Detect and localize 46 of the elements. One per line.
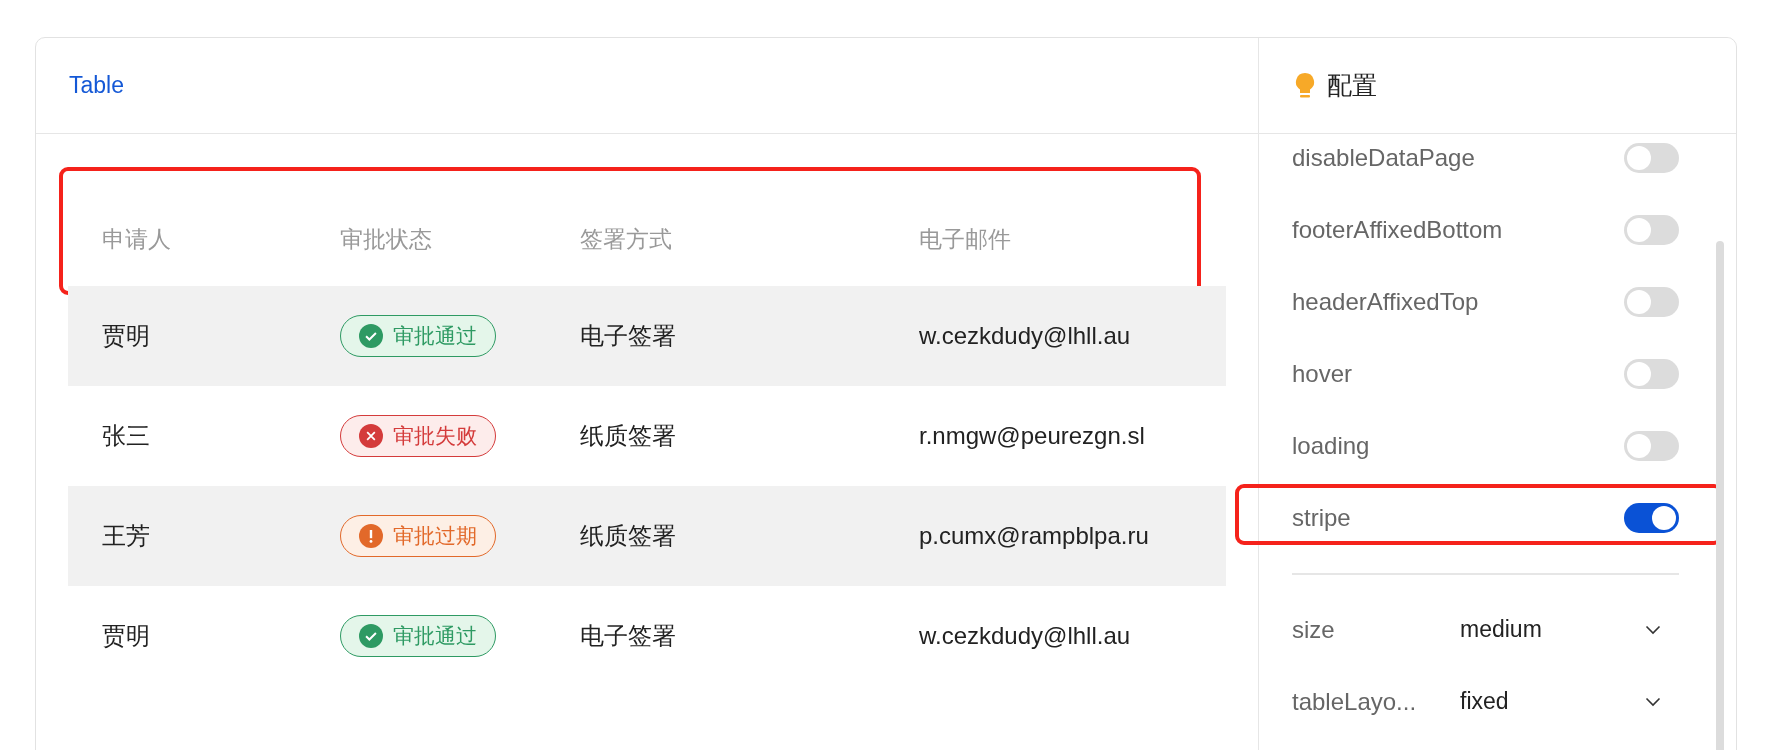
- status-tag: 审批过期: [340, 515, 496, 557]
- toggle-switch[interactable]: [1624, 215, 1679, 245]
- status-tag: 审批通过: [340, 315, 496, 357]
- toggle-switch[interactable]: [1624, 503, 1679, 533]
- option-label: loading: [1292, 432, 1370, 460]
- lightbulb-icon: [1295, 71, 1315, 100]
- table-cell: 纸质签署: [580, 422, 676, 449]
- option-label: stripe: [1292, 504, 1351, 532]
- toggle-switch[interactable]: [1624, 143, 1679, 173]
- toggle-switch[interactable]: [1624, 359, 1679, 389]
- table-cell: 电子签署: [580, 322, 676, 349]
- scrollbar[interactable]: [1716, 241, 1724, 750]
- table-cell: 纸质签署: [580, 522, 676, 549]
- column-header: 电子邮件: [918, 225, 1012, 254]
- table-cell: p.cumx@rampblpa.ru: [919, 522, 1149, 549]
- check-icon: [359, 324, 383, 348]
- table-cell: 王芳: [102, 522, 150, 549]
- status-tag: 审批通过: [340, 615, 496, 657]
- table-cell: 电子签署: [580, 622, 676, 649]
- select-field[interactable]: medium: [1460, 616, 1679, 643]
- table-cell: 贾明: [102, 322, 150, 349]
- option-label: headerAffixedTop: [1292, 288, 1479, 316]
- warning-icon: [359, 524, 383, 548]
- toggle-switch[interactable]: [1624, 287, 1679, 317]
- table-cell: r.nmgw@peurezgn.sl: [919, 422, 1145, 449]
- column-header: 申请人: [101, 225, 172, 254]
- option-label: size: [1292, 615, 1336, 644]
- column-header: 审批状态: [339, 225, 433, 254]
- option-label: disableDataPage: [1292, 144, 1475, 172]
- table-cell: 张三: [102, 422, 150, 449]
- toggle-switch[interactable]: [1624, 431, 1679, 461]
- panel-title: 配置: [1327, 70, 1377, 101]
- option-label: tableLayo...: [1292, 687, 1418, 716]
- option-label: hover: [1292, 360, 1353, 388]
- option-label: footerAffixedBottom: [1292, 216, 1503, 244]
- table-cell: 贾明: [102, 622, 150, 649]
- table-cell: w.cezkdudy@lhll.au: [919, 622, 1131, 649]
- table-title: Table: [69, 72, 124, 99]
- check-icon: [359, 624, 383, 648]
- column-header: 签署方式: [579, 225, 673, 254]
- chevron-down-icon: [1645, 696, 1661, 707]
- chevron-down-icon: [1645, 624, 1661, 635]
- table-cell: w.cezkdudy@lhll.au: [919, 322, 1131, 349]
- close-icon: [359, 424, 383, 448]
- select-field[interactable]: fixed: [1460, 688, 1679, 715]
- status-tag: 审批失败: [340, 415, 496, 457]
